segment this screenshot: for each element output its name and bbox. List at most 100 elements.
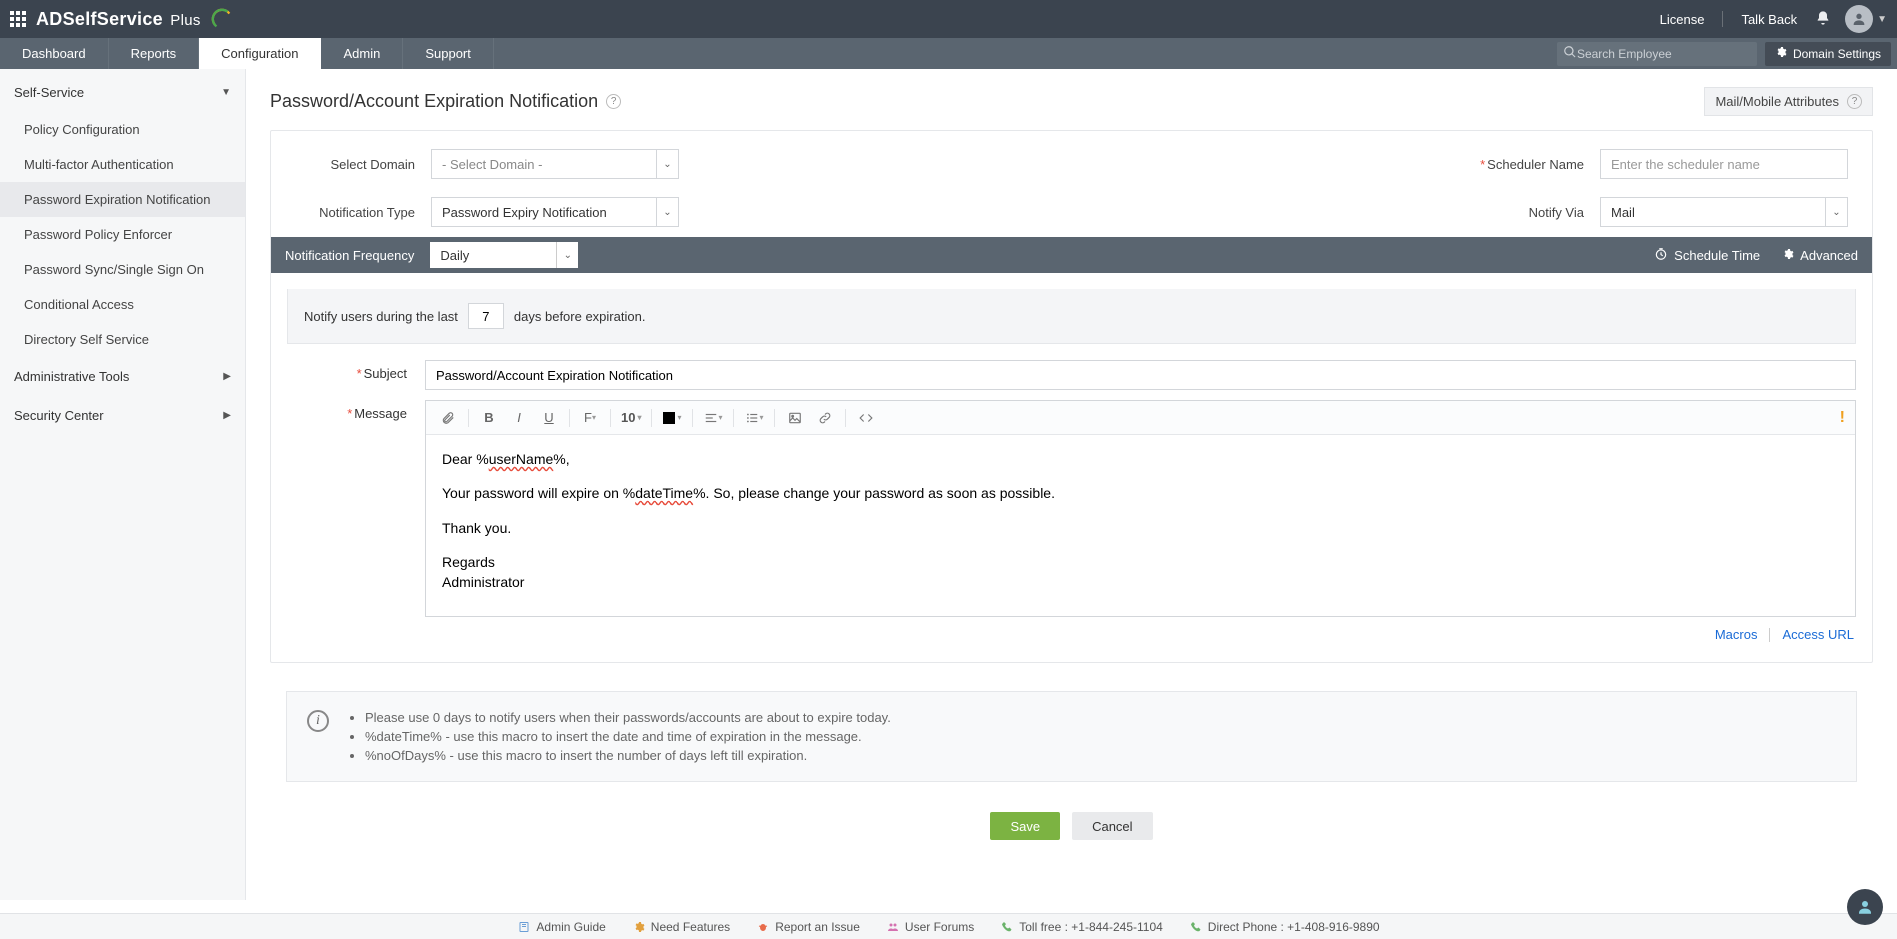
chevron-down-icon[interactable]: ⌄	[1825, 198, 1847, 226]
rte-toolbar: B I U F▾ 10▾ ▾ ▾ ▾	[426, 401, 1855, 435]
license-link[interactable]: License	[1656, 12, 1709, 27]
select-domain-dropdown[interactable]: - Select Domain - ⌄	[431, 149, 679, 179]
sidebar-item-password-policy-enforcer[interactable]: Password Policy Enforcer	[0, 217, 245, 252]
user-menu[interactable]: ▼	[1845, 5, 1887, 33]
content: Password/Account Expiration Notification…	[246, 69, 1897, 900]
italic-icon[interactable]: I	[505, 406, 533, 430]
message-row: Message B I U F▾ 10▾	[287, 400, 1856, 617]
notify-via-dropdown[interactable]: Mail ⌄	[1600, 197, 1848, 227]
list-icon[interactable]: ▾	[740, 406, 768, 430]
sidebar-group-self-service[interactable]: Self-Service▼	[0, 73, 245, 112]
sidebar-group-security-center[interactable]: Security Center▶	[0, 396, 245, 435]
access-url-link[interactable]: Access URL	[1782, 627, 1854, 642]
frequency-right: Schedule Time Advanced	[1654, 247, 1858, 264]
notification-type-dropdown[interactable]: Password Expiry Notification ⌄	[431, 197, 679, 227]
font-size-value: 10	[621, 410, 635, 425]
chevron-down-icon[interactable]: ⌄	[656, 150, 678, 178]
gear-icon	[1775, 46, 1787, 61]
brand-main: ADSelfService	[36, 9, 163, 29]
notify-post-text: days before expiration.	[514, 309, 646, 324]
notify-via-label: Notify Via	[1464, 205, 1584, 220]
sidebar-item-password-expiration-notification[interactable]: Password Expiration Notification	[0, 182, 245, 217]
mail-mobile-attributes-button[interactable]: Mail/Mobile Attributes ?	[1704, 87, 1873, 116]
image-icon[interactable]	[781, 406, 809, 430]
frequency-dropdown[interactable]: Daily ⌄	[430, 242, 578, 268]
mma-label: Mail/Mobile Attributes	[1715, 94, 1839, 109]
users-icon	[886, 920, 900, 934]
sidebar-item-password-sync-single-sign-on[interactable]: Password Sync/Single Sign On	[0, 252, 245, 287]
subject-label: Subject	[287, 360, 407, 390]
days-input[interactable]	[468, 303, 504, 329]
select-domain-row: Select Domain - Select Domain - ⌄	[295, 149, 679, 179]
notes-panel: i Please use 0 days to notify users when…	[286, 691, 1857, 782]
frequency-left: Notification Frequency Daily ⌄	[285, 242, 578, 268]
font-size-dropdown[interactable]: 10▾	[617, 410, 645, 425]
sidebar-item-directory-self-service[interactable]: Directory Self Service	[0, 322, 245, 357]
user-forums-link[interactable]: User Forums	[886, 920, 974, 934]
help-icon[interactable]: ?	[1847, 94, 1862, 109]
sidebar-item-policy-configuration[interactable]: Policy Configuration	[0, 112, 245, 147]
employee-search-input[interactable]	[1577, 47, 1751, 61]
employee-search[interactable]	[1557, 42, 1757, 66]
sidebar-item-conditional-access[interactable]: Conditional Access	[0, 287, 245, 322]
topbar-right: License Talk Back ▼	[1656, 5, 1887, 33]
notification-type-label: Notification Type	[295, 205, 415, 220]
user-avatar-icon	[1845, 5, 1873, 33]
rte-body[interactable]: Dear %userName%, Your password will expi…	[426, 435, 1855, 616]
select-domain-value: - Select Domain -	[432, 157, 656, 172]
talkback-link[interactable]: Talk Back	[1737, 12, 1801, 27]
subbar: DashboardReportsConfigurationAdminSuppor…	[0, 38, 1897, 69]
schedule-time-button[interactable]: Schedule Time	[1654, 247, 1760, 264]
app-launcher-icon[interactable]	[10, 11, 26, 27]
macros-link[interactable]: Macros	[1715, 627, 1758, 642]
tab-support[interactable]: Support	[403, 38, 494, 69]
frequency-value: Daily	[430, 248, 556, 263]
tab-configuration[interactable]: Configuration	[199, 38, 321, 69]
page-title-text: Password/Account Expiration Notification	[270, 91, 598, 112]
subject-input[interactable]	[425, 360, 1856, 390]
link-icon[interactable]	[811, 406, 839, 430]
chevron-down-icon: ▼	[221, 87, 231, 98]
chevron-down-icon[interactable]: ⌄	[656, 198, 678, 226]
chevron-down-icon[interactable]: ⌄	[556, 242, 578, 268]
chevron-right-icon: ▶	[223, 371, 231, 382]
underline-icon[interactable]: U	[535, 406, 563, 430]
save-button[interactable]: Save	[990, 812, 1060, 840]
bell-icon[interactable]	[1815, 10, 1831, 29]
scheduler-name-row: Scheduler Name	[1464, 149, 1848, 179]
phone-icon	[1000, 920, 1014, 934]
separator	[1722, 11, 1723, 27]
code-icon[interactable]	[852, 406, 880, 430]
report-issue-link[interactable]: Report an Issue	[756, 920, 860, 934]
font-family-icon[interactable]: F▾	[576, 406, 604, 430]
align-icon[interactable]: ▾	[699, 406, 727, 430]
separator	[1769, 628, 1770, 642]
scheduler-name-input[interactable]	[1600, 149, 1848, 179]
note-item: %noOfDays% - use this macro to insert th…	[365, 746, 891, 765]
advanced-button[interactable]: Advanced	[1782, 247, 1858, 264]
sidebar-group-administrative-tools[interactable]: Administrative Tools▶	[0, 357, 245, 396]
notify-days-row: Notify users during the last days before…	[287, 289, 1856, 344]
sidebar-item-multi-factor-authentication[interactable]: Multi-factor Authentication	[0, 147, 245, 182]
need-features-link[interactable]: Need Features	[632, 920, 730, 934]
chat-fab[interactable]	[1847, 889, 1883, 925]
tab-admin[interactable]: Admin	[321, 38, 403, 69]
config-rows: Select Domain - Select Domain - ⌄ Notifi…	[271, 131, 1872, 237]
note-item: Please use 0 days to notify users when t…	[365, 708, 891, 727]
direct-phone: Direct Phone : +1-408-916-9890	[1189, 920, 1380, 934]
tab-reports[interactable]: Reports	[109, 38, 200, 69]
clock-icon	[1654, 247, 1668, 264]
bold-icon[interactable]: B	[475, 406, 503, 430]
subbar-right: Domain Settings	[1557, 38, 1891, 69]
footer: Admin Guide Need Features Report an Issu…	[0, 913, 1897, 939]
warning-icon[interactable]: !	[1840, 409, 1845, 427]
tab-dashboard[interactable]: Dashboard	[0, 38, 109, 69]
navtabs: DashboardReportsConfigurationAdminSuppor…	[0, 38, 494, 69]
attachment-icon[interactable]	[434, 406, 462, 430]
cancel-button[interactable]: Cancel	[1072, 812, 1152, 840]
admin-guide-link[interactable]: Admin Guide	[517, 920, 605, 934]
toll-free: Toll free : +1-844-245-1104	[1000, 920, 1163, 934]
domain-settings-button[interactable]: Domain Settings	[1765, 42, 1891, 66]
help-icon[interactable]: ?	[606, 94, 621, 109]
text-color-icon[interactable]: ▾	[658, 406, 686, 430]
